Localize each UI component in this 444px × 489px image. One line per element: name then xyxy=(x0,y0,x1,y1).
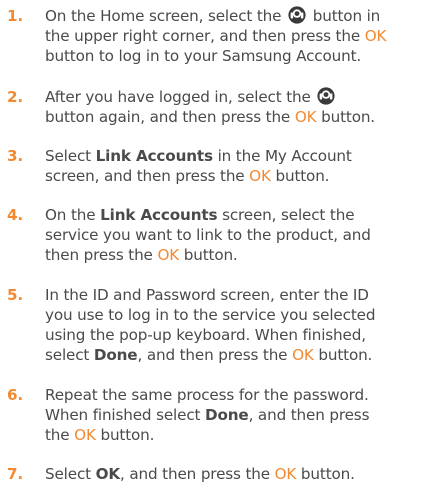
text-segment: On the Home screen, select the xyxy=(45,7,287,25)
ok-button-label: OK xyxy=(249,167,271,185)
text-segment: using the pop-up keyboard. When finished… xyxy=(45,326,366,344)
text-segment: screen, and then press the xyxy=(45,167,250,185)
text-segment: When finished select xyxy=(45,406,206,424)
text-segment: button. xyxy=(296,465,355,483)
text-segment: button again, and then press the xyxy=(45,108,295,126)
step-line: button to log in to your Samsung Account… xyxy=(45,46,440,66)
step-text: Select OK, and then press the OK button. xyxy=(45,464,440,484)
text-segment: the upper right corner, and then press t… xyxy=(45,27,365,45)
text-segment: service you want to link to the product,… xyxy=(45,226,371,244)
text-segment: Select xyxy=(45,147,96,165)
step-line: Repeat the same process for the password… xyxy=(45,385,440,405)
step-text: On the Link Accounts screen, select the s… xyxy=(45,205,440,265)
step-line: then press the OK button. xyxy=(45,245,440,265)
step-line: button again, and then press the OK butt… xyxy=(45,107,440,127)
step-text: On the Home screen, select the button in… xyxy=(45,6,440,66)
step-line: service you want to link to the product,… xyxy=(45,225,440,245)
text-segment: Select xyxy=(45,465,96,483)
step-number: 7. xyxy=(7,465,24,483)
ok-button-label: OK xyxy=(364,27,387,45)
ok-button-label: OK xyxy=(74,426,96,444)
step-text: Repeat the same process for the password… xyxy=(45,385,440,445)
step-line: After you have logged in, select the xyxy=(45,87,440,107)
ok-button-label: OK xyxy=(292,346,314,364)
step-line: the OK button. xyxy=(45,425,440,445)
step-line: select Done, and then press the OK butto… xyxy=(45,345,440,365)
step-line: On the Link Accounts screen, select the xyxy=(45,205,440,225)
ok-button-label: OK xyxy=(157,246,180,264)
account-icon xyxy=(287,6,307,24)
text-segment: Repeat the same process for the password… xyxy=(45,386,369,404)
step-line: In the ID and Password screen, enter the… xyxy=(45,285,440,305)
text-segment: select xyxy=(45,346,94,364)
step-number: 2. xyxy=(7,88,24,106)
text-segment: , and then press xyxy=(248,406,370,424)
text-segment: , and then press the xyxy=(120,465,275,483)
step-number: 5. xyxy=(7,286,24,304)
text-segment: , and then press the xyxy=(137,346,293,364)
text-segment: button. xyxy=(316,108,375,126)
step-line: Select OK, and then press the OK button. xyxy=(45,464,440,484)
step-line: you use to log in to the service you sel… xyxy=(45,305,440,325)
step-text: After you have logged in, select the but… xyxy=(45,87,440,127)
menu-option-label: Link Accounts xyxy=(95,147,213,165)
step-text: Select Link Accounts in the My Account sc… xyxy=(45,146,440,186)
text-segment: After you have logged in, select the xyxy=(45,88,316,106)
text-segment: button in xyxy=(308,7,381,25)
step-number: 4. xyxy=(7,206,24,224)
text-segment: screen, select the xyxy=(217,206,355,224)
text-segment: In the ID and Password screen, enter the… xyxy=(45,286,369,304)
text-segment: button. xyxy=(313,346,373,364)
menu-option-label: Link Accounts xyxy=(100,206,218,224)
step-number: 1. xyxy=(7,7,24,25)
text-segment: you use to log in to the service you sel… xyxy=(45,306,376,324)
step-line: Select Link Accounts in the My Account xyxy=(45,146,440,166)
text-segment: button. xyxy=(270,167,330,185)
menu-option-label: Done xyxy=(205,406,249,424)
step-line: the upper right corner, and then press t… xyxy=(45,26,440,46)
step-text: In the ID and Password screen, enter the… xyxy=(45,285,440,365)
step-line: using the pop-up keyboard. When finished… xyxy=(45,325,440,345)
step-line: When finished select Done, and then pres… xyxy=(45,405,440,425)
ok-button-label: OK xyxy=(274,465,297,483)
text-segment: button. xyxy=(95,426,155,444)
menu-option-label: Done xyxy=(93,346,138,364)
menu-option-label: OK xyxy=(95,465,121,483)
text-segment: button. xyxy=(179,246,238,264)
text-segment: in the My Account xyxy=(212,147,352,165)
step-number: 6. xyxy=(7,386,24,404)
ok-button-label: OK xyxy=(294,108,317,126)
account-icon xyxy=(316,87,336,105)
text-segment: the xyxy=(45,426,75,444)
text-segment: button to log in to your Samsung Account… xyxy=(45,47,362,65)
step-line: On the Home screen, select the button in xyxy=(45,6,440,26)
text-segment: On the xyxy=(45,206,101,224)
step-number: 3. xyxy=(7,147,24,165)
text-segment: then press the xyxy=(45,246,158,264)
step-line: screen, and then press the OK button. xyxy=(45,166,440,186)
